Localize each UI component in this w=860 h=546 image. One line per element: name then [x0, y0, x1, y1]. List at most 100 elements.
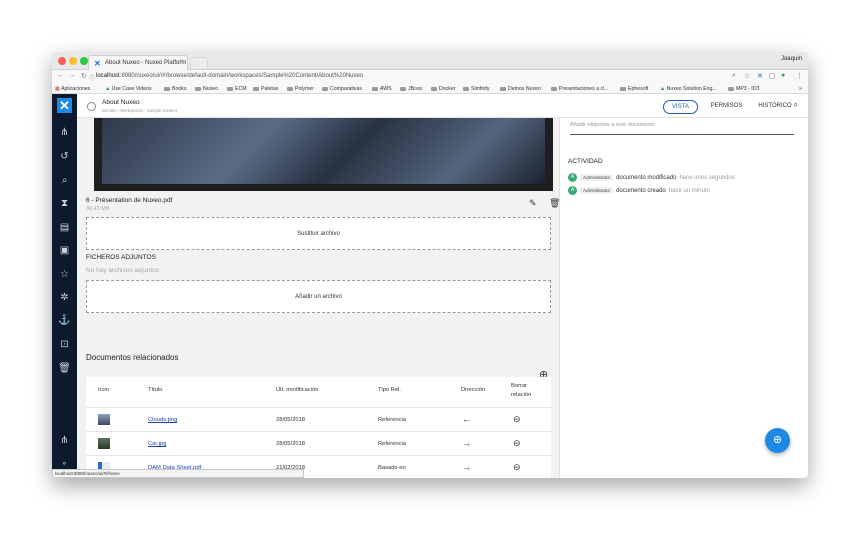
zoom-icon[interactable]: ⌕ [732, 72, 736, 80]
title-bar: ✕ About Nuxeo - Nuxeo Platform × Joaquin [52, 52, 808, 70]
clipboard-icon[interactable]: ▣ [52, 245, 77, 256]
file-size: 30.43 MB [86, 206, 110, 212]
minimize-window-icon[interactable] [69, 57, 77, 65]
activity-user[interactable]: Administrator [580, 174, 614, 181]
pdf-preview[interactable] [94, 118, 553, 191]
bookmark-item[interactable]: ▲ Nuxeo Solution Eng... [660, 86, 717, 92]
activity-user[interactable]: Administrator [580, 187, 614, 194]
bookmark-folder[interactable]: MP3 - ID3 [728, 86, 759, 92]
user-menu-icon[interactable]: ⚬ [52, 459, 77, 468]
edit-icon[interactable]: ✎ [529, 198, 537, 209]
tab-vista[interactable]: VISTA [663, 100, 698, 114]
tags-input[interactable]: Añadir etiquetas a este documento [570, 122, 655, 128]
bookmark-folder[interactable]: Paletas [253, 86, 278, 92]
bookmark-folder[interactable]: Demos Nuxeo [500, 86, 541, 92]
bookmark-folder[interactable]: AWS [372, 86, 392, 92]
document-link[interactable]: Clouds.png [148, 417, 177, 423]
avatar: A [568, 186, 577, 195]
extension-icon[interactable]: ▢ [769, 72, 776, 80]
file-name: 6 - Présentation de Nuxeo.pdf [86, 197, 173, 204]
more-bookmarks-icon[interactable]: » [799, 86, 802, 92]
recent-icon[interactable]: ↺ [52, 151, 77, 162]
hierarchy-icon[interactable]: ⋔ [52, 435, 77, 446]
bookmarks-bar: ▦ Aplicaciones ▲ Use Case Videos Books N… [52, 83, 808, 94]
url-input[interactable]: localhost:8080/nuxeo/ui/#!/browse/defaul… [96, 73, 363, 79]
menu-icon[interactable]: ⋮ [796, 72, 803, 80]
image-thumbnail [98, 438, 110, 449]
back-icon[interactable]: ← [57, 72, 64, 79]
column-header: Dirección [461, 387, 486, 393]
tab-close-icon[interactable]: × [179, 59, 183, 65]
modified-date: 28/05/2018 [276, 417, 306, 423]
browse-icon[interactable]: ⋔ [52, 127, 77, 138]
folder-icon [551, 86, 557, 91]
modified-date: 28/05/2018 [276, 441, 306, 447]
workflow-icon[interactable]: ⊡ [52, 339, 77, 350]
bookmark-folder[interactable]: Comparativas [322, 86, 362, 92]
folder-icon [620, 86, 626, 91]
relation-type: Referencia [378, 441, 407, 447]
remove-relation-icon[interactable]: ⊖ [513, 438, 521, 449]
column-header: Borrar relación [511, 383, 532, 398]
folder-icon [372, 86, 378, 91]
document-link[interactable]: Car.jpg [148, 441, 166, 447]
maximize-window-icon[interactable] [80, 57, 88, 65]
tab-title: About Nuxeo - Nuxeo Platform [105, 60, 187, 66]
bookmark-apps[interactable]: ▦ Aplicaciones [55, 86, 90, 92]
activity-item: A Administrator documento modificado hace u… [568, 173, 735, 182]
status-bar-url: localhost:8080/nuxeo/ui/#!/home [52, 469, 304, 478]
deploy-icon[interactable]: ⚓ [52, 315, 77, 326]
direction-arrow-right-icon: → [462, 462, 471, 472]
sidebar: ✕ ⋔ ↺ ⌕ ⧗ ▤ ▣ ☆ ✲ ⚓ ⊡ 🗑 ⋔ ⚬ [52, 94, 77, 478]
tab-permisos[interactable]: PERMISOS [704, 100, 749, 114]
breadcrumb[interactable]: Domain › Workspaces › Sample Content [102, 108, 177, 113]
trash-icon[interactable]: 🗑 [52, 363, 77, 374]
image-thumbnail [98, 414, 110, 425]
search-icon[interactable]: ⌕ [52, 175, 77, 186]
admin-icon[interactable]: ✲ [52, 292, 77, 303]
remove-relation-icon[interactable]: ⊖ [513, 414, 521, 425]
nuxeo-favicon-icon: ✕ [94, 59, 101, 68]
forward-icon[interactable]: → [69, 72, 76, 79]
star-icon[interactable]: ☆ [744, 72, 750, 80]
column-header: Icon [98, 387, 109, 393]
table-row[interactable]: Car.jpg 28/05/2018 Referencia → ⊖ [86, 431, 551, 455]
bookmark-folder[interactable]: JBoss [400, 86, 422, 92]
column-header[interactable]: Título [148, 387, 163, 393]
folder-icon [463, 86, 469, 91]
bookmark-folder[interactable]: Presentaciones a cl... [551, 86, 609, 92]
profile-name[interactable]: Joaquin [781, 56, 802, 62]
nuxeo-app: ✕ ⋔ ↺ ⌕ ⧗ ▤ ▣ ☆ ✲ ⚓ ⊡ 🗑 ⋔ ⚬ About Nuxeo … [52, 94, 808, 478]
bookmark-folder[interactable]: Books [164, 86, 186, 92]
header-search-icon[interactable]: ⌕ [794, 100, 798, 110]
bookmark-folder[interactable]: ECM [227, 86, 247, 92]
bookmark-item[interactable]: ▲ Use Case Videos [105, 86, 152, 92]
tasks-icon[interactable]: ⧗ [52, 198, 77, 209]
column-header[interactable]: Últ. modificación [276, 387, 319, 393]
nuxeo-logo-icon[interactable]: ✕ [57, 98, 72, 113]
create-document-button[interactable]: ⊕ [765, 428, 790, 453]
replace-file-dropzone[interactable]: Sustituir archivo [86, 217, 551, 250]
remove-relation-icon[interactable]: ⊖ [513, 462, 521, 473]
reload-icon[interactable]: ↻ [81, 72, 87, 80]
browser-tab[interactable]: ✕ About Nuxeo - Nuxeo Platform × [88, 55, 188, 70]
tab-historico[interactable]: HISTÓRICO [755, 100, 795, 114]
extension-nuxeo-icon[interactable]: ✕ [757, 72, 763, 80]
related-documents-table: Icon Título Últ. modificación Tipo Rel. … [86, 377, 551, 478]
table-row[interactable]: Clouds.png 28/05/2018 Referencia ← ⊖ [86, 407, 551, 431]
bookmark-folder[interactable]: Simfiofy [463, 86, 489, 92]
collections-icon[interactable]: ▤ [52, 222, 77, 233]
bookmark-folder[interactable]: Ephesoft [620, 86, 648, 92]
bookmark-folder[interactable]: Polymer [287, 86, 314, 92]
close-window-icon[interactable] [58, 57, 66, 65]
document-type-icon [87, 102, 96, 111]
bookmark-folder[interactable]: Docker [431, 86, 455, 92]
extension-green-icon[interactable]: ● [781, 72, 785, 79]
favorites-icon[interactable]: ☆ [52, 269, 77, 280]
direction-arrow-right-icon: → [462, 438, 471, 448]
add-file-dropzone[interactable]: Añadir un archivo [86, 280, 551, 313]
new-tab-button[interactable] [190, 57, 208, 69]
bookmark-folder[interactable]: Nuxeo [195, 86, 218, 92]
info-icon: ⓘ [89, 76, 96, 82]
activity-time: hace unos segundos [679, 175, 735, 182]
